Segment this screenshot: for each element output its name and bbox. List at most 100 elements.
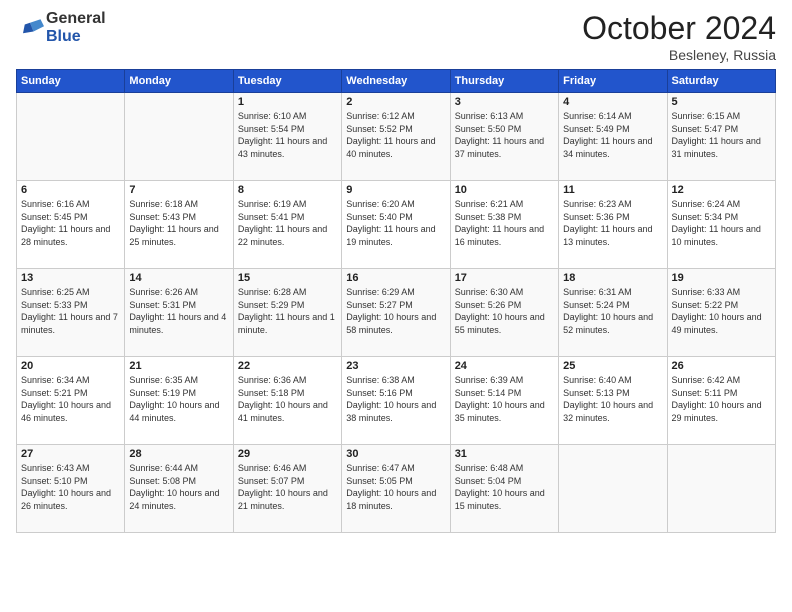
day-info: Sunrise: 6:21 AMSunset: 5:38 PMDaylight:… <box>455 198 554 248</box>
page: General Blue October 2024 Besleney, Russ… <box>0 0 792 612</box>
logo-text: General Blue <box>46 10 106 45</box>
day-info: Sunrise: 6:47 AMSunset: 5:05 PMDaylight:… <box>346 462 445 512</box>
day-number: 9 <box>346 184 445 196</box>
day-number: 26 <box>672 360 771 372</box>
calendar-week-row: 13 Sunrise: 6:25 AMSunset: 5:33 PMDayligh… <box>17 269 776 357</box>
day-number: 23 <box>346 360 445 372</box>
calendar-cell: 16 Sunrise: 6:29 AMSunset: 5:27 PMDayligh… <box>342 269 450 357</box>
calendar-cell: 25 Sunrise: 6:40 AMSunset: 5:13 PMDayligh… <box>559 357 667 445</box>
day-info: Sunrise: 6:48 AMSunset: 5:04 PMDaylight:… <box>455 462 554 512</box>
day-number: 12 <box>672 184 771 196</box>
day-info: Sunrise: 6:28 AMSunset: 5:29 PMDaylight:… <box>238 286 337 336</box>
day-number: 1 <box>238 96 337 108</box>
calendar-cell: 26 Sunrise: 6:42 AMSunset: 5:11 PMDayligh… <box>667 357 775 445</box>
calendar-cell: 15 Sunrise: 6:28 AMSunset: 5:29 PMDayligh… <box>233 269 341 357</box>
calendar-cell <box>17 93 125 181</box>
calendar-cell: 9 Sunrise: 6:20 AMSunset: 5:40 PMDaylight… <box>342 181 450 269</box>
calendar-week-row: 6 Sunrise: 6:16 AMSunset: 5:45 PMDaylight… <box>17 181 776 269</box>
day-info: Sunrise: 6:38 AMSunset: 5:16 PMDaylight:… <box>346 374 445 424</box>
day-number: 13 <box>21 272 120 284</box>
day-info: Sunrise: 6:26 AMSunset: 5:31 PMDaylight:… <box>129 286 228 336</box>
calendar-cell: 29 Sunrise: 6:46 AMSunset: 5:07 PMDayligh… <box>233 445 341 533</box>
day-info: Sunrise: 6:29 AMSunset: 5:27 PMDaylight:… <box>346 286 445 336</box>
day-info: Sunrise: 6:15 AMSunset: 5:47 PMDaylight:… <box>672 110 771 160</box>
day-info: Sunrise: 6:31 AMSunset: 5:24 PMDaylight:… <box>563 286 662 336</box>
calendar-cell: 27Sunrise: 6:43 AMSunset: 5:10 PMDayligh… <box>17 445 125 533</box>
day-info: Sunrise: 6:19 AMSunset: 5:41 PMDaylight:… <box>238 198 337 248</box>
day-number: 3 <box>455 96 554 108</box>
day-number: 27 <box>21 448 120 460</box>
calendar-cell: 6 Sunrise: 6:16 AMSunset: 5:45 PMDaylight… <box>17 181 125 269</box>
calendar-cell: 3 Sunrise: 6:13 AMSunset: 5:50 PMDaylight… <box>450 93 558 181</box>
day-number: 16 <box>346 272 445 284</box>
day-info: Sunrise: 6:46 AMSunset: 5:07 PMDaylight:… <box>238 462 337 512</box>
day-number: 4 <box>563 96 662 108</box>
calendar-cell: 10Sunrise: 6:21 AMSunset: 5:38 PMDayligh… <box>450 181 558 269</box>
calendar-cell: 24 Sunrise: 6:39 AMSunset: 5:14 PMDayligh… <box>450 357 558 445</box>
calendar-cell: 17 Sunrise: 6:30 AMSunset: 5:26 PMDayligh… <box>450 269 558 357</box>
day-info: Sunrise: 6:10 AMSunset: 5:54 PMDaylight:… <box>238 110 337 160</box>
day-number: 15 <box>238 272 337 284</box>
calendar-cell: 8Sunrise: 6:19 AMSunset: 5:41 PMDaylight… <box>233 181 341 269</box>
logo-blue-text: Blue <box>46 28 106 46</box>
day-info: Sunrise: 6:20 AMSunset: 5:40 PMDaylight:… <box>346 198 445 248</box>
day-info: Sunrise: 6:24 AMSunset: 5:34 PMDaylight:… <box>672 198 771 248</box>
calendar-cell: 28 Sunrise: 6:44 AMSunset: 5:08 PMDayligh… <box>125 445 233 533</box>
day-number: 31 <box>455 448 554 460</box>
calendar-cell: 30 Sunrise: 6:47 AMSunset: 5:05 PMDayligh… <box>342 445 450 533</box>
day-number: 19 <box>672 272 771 284</box>
logo-general-text: General <box>46 10 106 28</box>
calendar-cell: 5 Sunrise: 6:15 AMSunset: 5:47 PMDaylight… <box>667 93 775 181</box>
calendar-cell: 18 Sunrise: 6:31 AMSunset: 5:24 PMDayligh… <box>559 269 667 357</box>
calendar-week-row: 20 Sunrise: 6:34 AMSunset: 5:21 PMDayligh… <box>17 357 776 445</box>
day-of-week-header: Wednesday <box>342 70 450 93</box>
month-title: October 2024 <box>582 10 776 47</box>
day-info: Sunrise: 6:39 AMSunset: 5:14 PMDaylight:… <box>455 374 554 424</box>
calendar-cell: 21 Sunrise: 6:35 AMSunset: 5:19 PMDayligh… <box>125 357 233 445</box>
day-number: 29 <box>238 448 337 460</box>
calendar-week-row: 1 Sunrise: 6:10 AMSunset: 5:54 PMDaylight… <box>17 93 776 181</box>
calendar-week-row: 27Sunrise: 6:43 AMSunset: 5:10 PMDayligh… <box>17 445 776 533</box>
day-number: 17 <box>455 272 554 284</box>
day-of-week-header: Tuesday <box>233 70 341 93</box>
day-info: Sunrise: 6:23 AMSunset: 5:36 PMDaylight:… <box>563 198 662 248</box>
logo-icon <box>16 14 44 42</box>
day-number: 24 <box>455 360 554 372</box>
day-of-week-header: Monday <box>125 70 233 93</box>
day-info: Sunrise: 6:42 AMSunset: 5:11 PMDaylight:… <box>672 374 771 424</box>
day-number: 22 <box>238 360 337 372</box>
calendar-cell: 12 Sunrise: 6:24 AMSunset: 5:34 PMDayligh… <box>667 181 775 269</box>
calendar-cell: 11Sunrise: 6:23 AMSunset: 5:36 PMDayligh… <box>559 181 667 269</box>
day-info: Sunrise: 6:44 AMSunset: 5:08 PMDaylight:… <box>129 462 228 512</box>
logo: General Blue <box>16 10 106 45</box>
day-info: Sunrise: 6:35 AMSunset: 5:19 PMDaylight:… <box>129 374 228 424</box>
calendar-cell <box>125 93 233 181</box>
calendar-table: SundayMondayTuesdayWednesdayThursdayFrid… <box>16 69 776 533</box>
day-info: Sunrise: 6:18 AMSunset: 5:43 PMDaylight:… <box>129 198 228 248</box>
day-number: 30 <box>346 448 445 460</box>
day-number: 6 <box>21 184 120 196</box>
day-info: Sunrise: 6:25 AMSunset: 5:33 PMDaylight:… <box>21 286 120 336</box>
header: General Blue October 2024 Besleney, Russ… <box>16 10 776 63</box>
day-number: 7 <box>129 184 228 196</box>
calendar-cell <box>559 445 667 533</box>
day-info: Sunrise: 6:13 AMSunset: 5:50 PMDaylight:… <box>455 110 554 160</box>
calendar-cell: 1 Sunrise: 6:10 AMSunset: 5:54 PMDaylight… <box>233 93 341 181</box>
day-info: Sunrise: 6:33 AMSunset: 5:22 PMDaylight:… <box>672 286 771 336</box>
day-info: Sunrise: 6:16 AMSunset: 5:45 PMDaylight:… <box>21 198 120 248</box>
day-info: Sunrise: 6:34 AMSunset: 5:21 PMDaylight:… <box>21 374 120 424</box>
day-number: 20 <box>21 360 120 372</box>
day-info: Sunrise: 6:30 AMSunset: 5:26 PMDaylight:… <box>455 286 554 336</box>
day-number: 25 <box>563 360 662 372</box>
day-number: 21 <box>129 360 228 372</box>
title-block: October 2024 Besleney, Russia <box>582 10 776 63</box>
calendar-header-row: SundayMondayTuesdayWednesdayThursdayFrid… <box>17 70 776 93</box>
day-info: Sunrise: 6:40 AMSunset: 5:13 PMDaylight:… <box>563 374 662 424</box>
calendar-cell: 4Sunrise: 6:14 AMSunset: 5:49 PMDaylight… <box>559 93 667 181</box>
day-of-week-header: Sunday <box>17 70 125 93</box>
day-number: 5 <box>672 96 771 108</box>
calendar-cell: 22Sunrise: 6:36 AMSunset: 5:18 PMDayligh… <box>233 357 341 445</box>
day-number: 18 <box>563 272 662 284</box>
day-of-week-header: Thursday <box>450 70 558 93</box>
day-number: 28 <box>129 448 228 460</box>
